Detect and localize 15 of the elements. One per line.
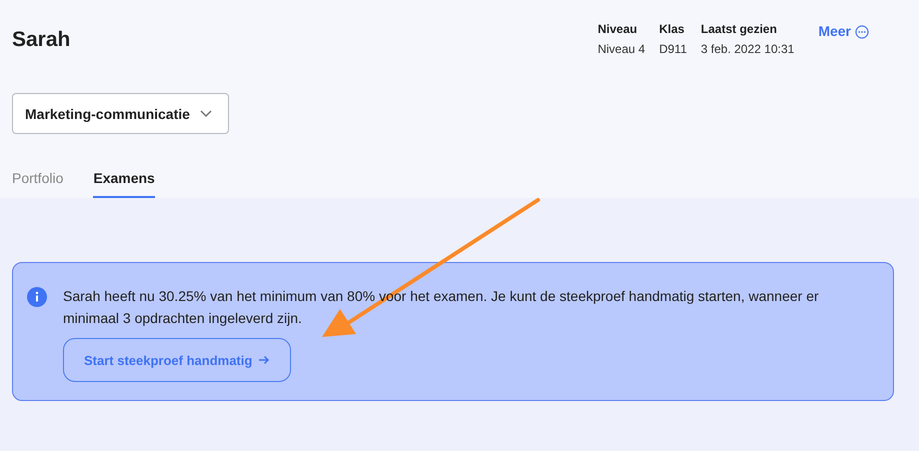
tab[interactable]: Portfolio — [12, 162, 64, 198]
meta-value: 3 feb. 2022 10:31 — [700, 42, 794, 56]
more-icon — [855, 25, 869, 39]
chevron-down-icon — [200, 110, 212, 118]
arrow-right-icon — [258, 355, 270, 365]
meta-label: Niveau — [598, 22, 638, 36]
meta-value: Niveau 4 — [598, 42, 646, 56]
meta-value: D911 — [659, 42, 687, 56]
meta-label: Laatst gezien — [700, 22, 778, 36]
start-sample-button[interactable]: Start steekproef handmatig — [63, 338, 292, 382]
student-name: Sarah — [12, 28, 70, 53]
course-dropdown[interactable]: Marketing-communicatie — [12, 93, 229, 134]
more-link[interactable]: Meer — [818, 23, 869, 93]
meta-label: Klas — [659, 22, 686, 36]
info-icon — [27, 287, 47, 307]
